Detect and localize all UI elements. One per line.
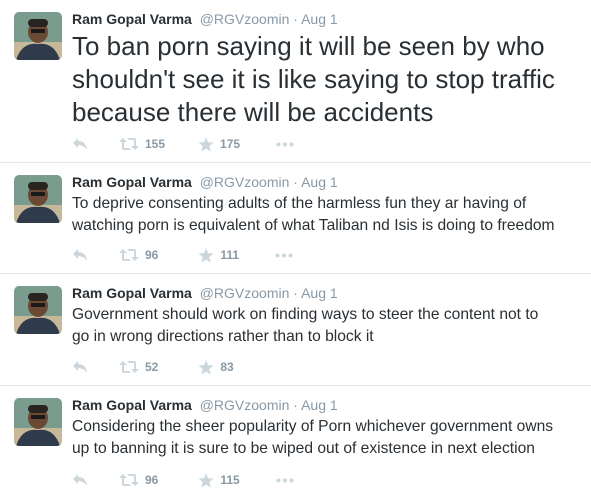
tweet-actions: 96 115 xyxy=(72,470,294,490)
author-handle[interactable]: @RGVzoomin xyxy=(200,11,290,27)
star-icon xyxy=(198,136,214,151)
author-name[interactable]: Ram Gopal Varma xyxy=(72,285,192,301)
star-icon xyxy=(198,359,214,374)
avatar[interactable] xyxy=(14,398,62,446)
tweet-actions: 155 175 xyxy=(72,134,294,154)
author-name[interactable]: Ram Gopal Varma xyxy=(72,397,192,413)
star-icon xyxy=(198,472,214,487)
tweet-header: Ram Gopal Varma @RGVzoomin · Aug 1 xyxy=(72,10,338,28)
tweet-text: To ban porn saying it will be seen by wh… xyxy=(72,30,555,129)
reply-icon xyxy=(73,474,87,486)
timestamp[interactable]: Aug 1 xyxy=(301,11,338,27)
tweet-text: Government should work on finding ways t… xyxy=(72,304,538,348)
avatar[interactable] xyxy=(14,175,62,223)
reply-button[interactable] xyxy=(72,248,88,262)
timestamp[interactable]: Aug 1 xyxy=(301,174,338,190)
reply-button[interactable] xyxy=(72,473,88,487)
favorite-button[interactable]: 175 xyxy=(198,136,241,152)
tweet-text-line: because there will be accidents xyxy=(72,97,434,127)
tweet-text-line: Government should work on finding ways t… xyxy=(72,306,539,323)
retweet-icon xyxy=(119,361,139,373)
more-button[interactable] xyxy=(276,478,294,483)
favorite-button[interactable]: 83 xyxy=(198,359,234,375)
separator: · xyxy=(293,397,298,413)
tweet-text-line: To ban porn saying it will be seen by wh… xyxy=(72,31,545,61)
retweet-button[interactable]: 96 xyxy=(119,248,158,262)
favorite-count: 83 xyxy=(220,360,234,374)
tweet-text: Considering the sheer popularity of Porn… xyxy=(72,416,553,460)
retweet-count: 96 xyxy=(145,473,159,487)
retweet-icon xyxy=(119,249,139,261)
reply-icon xyxy=(73,361,87,373)
tweet-text-line: shouldn't see it is like saying to stop … xyxy=(72,64,555,94)
avatar[interactable] xyxy=(14,12,62,60)
tweet-text-line: To deprive consenting adults of the harm… xyxy=(72,195,527,212)
tweet-text-line: go in wrong directions rather than to bl… xyxy=(72,328,374,345)
tweet-text-line: up to banning it is sure to be wiped out… xyxy=(72,440,535,457)
retweet-count: 96 xyxy=(145,248,159,262)
reply-button[interactable] xyxy=(72,360,88,374)
avatar-image xyxy=(14,175,62,223)
favorite-button[interactable]: 111 xyxy=(198,247,240,263)
favorite-count: 115 xyxy=(220,473,240,487)
timestamp[interactable]: Aug 1 xyxy=(301,285,338,301)
retweet-button[interactable]: 96 xyxy=(119,473,158,487)
tweet-text-line: Considering the sheer popularity of Porn… xyxy=(72,418,554,435)
avatar-image xyxy=(14,398,62,446)
retweet-button[interactable]: 155 xyxy=(119,137,165,151)
tweet-header: Ram Gopal Varma @RGVzoomin · Aug 1 xyxy=(72,173,338,191)
author-handle[interactable]: @RGVzoomin xyxy=(200,174,290,190)
star-icon xyxy=(198,247,214,262)
avatar-image xyxy=(14,12,62,60)
separator: · xyxy=(293,285,298,301)
favorite-count: 111 xyxy=(220,248,240,262)
more-button[interactable] xyxy=(276,142,294,147)
retweet-icon xyxy=(119,138,139,150)
author-handle[interactable]: @RGVzoomin xyxy=(200,397,290,413)
tweet-2[interactable]: Ram Gopal Varma @RGVzoomin · Aug 1 To de… xyxy=(0,163,591,274)
tweet-1[interactable]: Ram Gopal Varma @RGVzoomin · Aug 1 To ba… xyxy=(0,0,591,163)
separator: · xyxy=(293,174,298,190)
author-name[interactable]: Ram Gopal Varma xyxy=(72,11,192,27)
reply-icon xyxy=(73,249,87,261)
timestamp[interactable]: Aug 1 xyxy=(301,397,338,413)
more-icon xyxy=(276,478,294,482)
favorite-count: 175 xyxy=(220,137,241,151)
separator: · xyxy=(293,11,298,27)
author-name[interactable]: Ram Gopal Varma xyxy=(72,174,192,190)
avatar[interactable] xyxy=(14,286,62,334)
tweet-3[interactable]: Ram Gopal Varma @RGVzoomin · Aug 1 Gover… xyxy=(0,274,591,386)
more-icon xyxy=(275,253,293,257)
reply-icon xyxy=(73,138,87,150)
tweet-actions: 96 111 xyxy=(72,245,293,265)
retweet-count: 155 xyxy=(145,137,166,151)
author-handle[interactable]: @RGVzoomin xyxy=(200,285,290,301)
more-icon xyxy=(276,142,294,146)
tweet-actions: 52 83 xyxy=(72,357,234,377)
more-button[interactable] xyxy=(275,253,293,258)
tweet-text: To deprive consenting adults of the harm… xyxy=(72,193,555,237)
favorite-button[interactable]: 115 xyxy=(198,472,240,488)
tweet-4[interactable]: Ram Gopal Varma @RGVzoomin · Aug 1 Consi… xyxy=(0,386,591,502)
tweet-header: Ram Gopal Varma @RGVzoomin · Aug 1 xyxy=(72,396,338,414)
reply-button[interactable] xyxy=(72,137,88,151)
retweet-icon xyxy=(119,474,139,486)
avatar-image xyxy=(14,286,62,334)
retweet-button[interactable]: 52 xyxy=(119,360,158,374)
retweet-count: 52 xyxy=(145,360,159,374)
tweet-text-line: watching porn is equivalent of what Tali… xyxy=(72,217,555,234)
tweet-header: Ram Gopal Varma @RGVzoomin · Aug 1 xyxy=(72,284,338,302)
